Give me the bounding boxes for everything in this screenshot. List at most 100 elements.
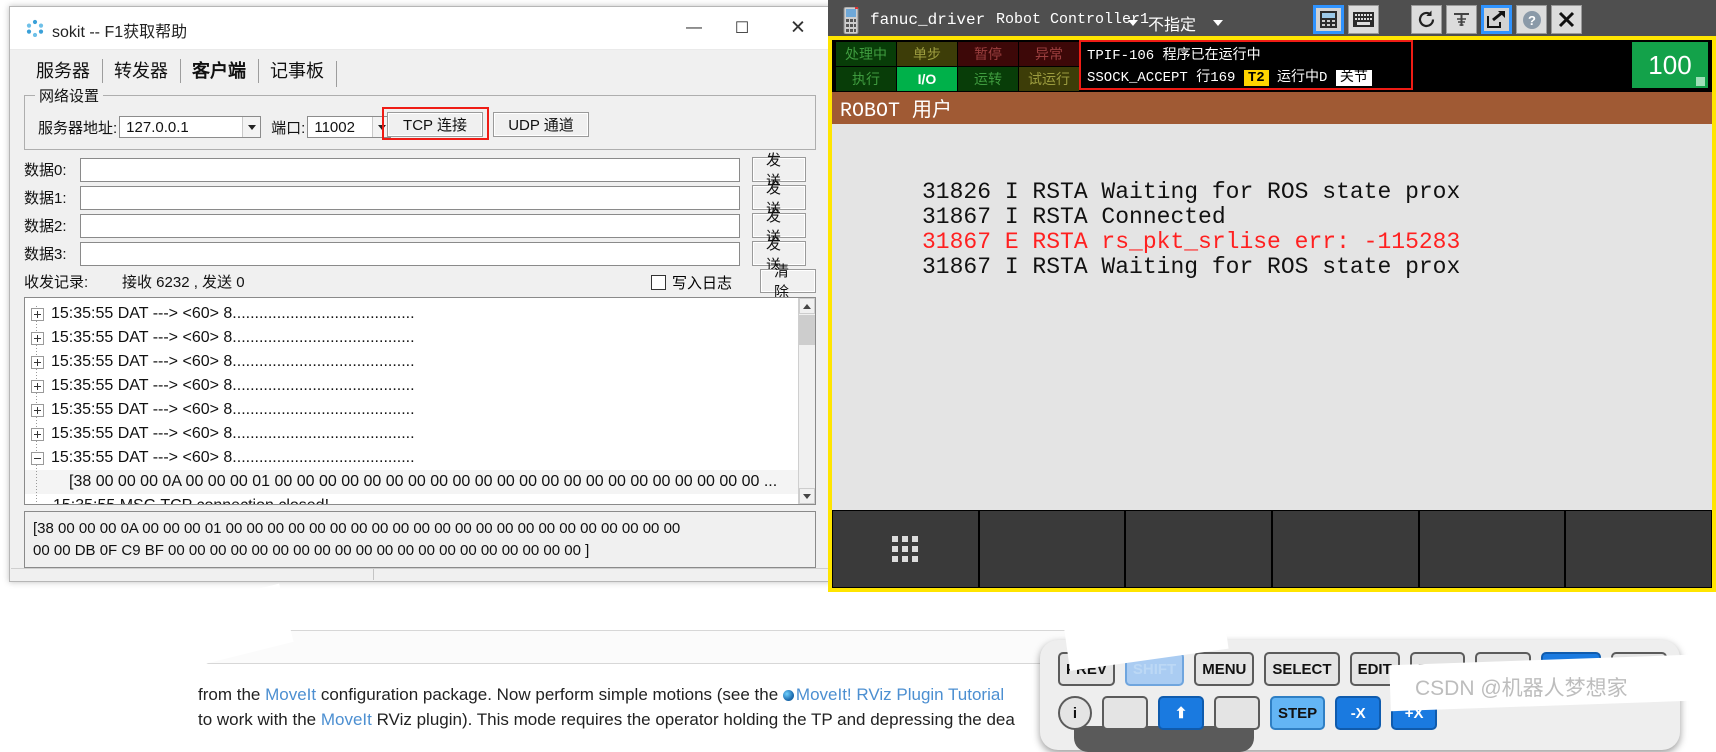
log-tree-scrollbar[interactable] <box>798 298 815 504</box>
expander-plus-icon[interactable] <box>31 307 44 321</box>
log-text-0: 15:35:55 DAT ---> <60> 8................… <box>51 305 415 322</box>
data-label-0: 数据0: <box>24 162 67 179</box>
log-row-1[interactable]: 15:35:55 DAT ---> <60> 8................… <box>25 326 799 350</box>
tab-forwarder[interactable]: 转发器 <box>102 55 180 87</box>
log-row-child-hex[interactable]: [38 00 00 00 0A 00 00 00 01 00 00 00 00 … <box>25 470 799 494</box>
server-address-combo[interactable]: 127.0.0.1 <box>119 116 262 138</box>
port-value: 11002 <box>314 118 355 136</box>
data-label-1: 数据1: <box>24 190 67 207</box>
minimize-button[interactable]: — <box>670 7 718 48</box>
log-row-4[interactable]: 15:35:55 DAT ---> <60> 8................… <box>25 398 799 422</box>
data-input-3[interactable] <box>80 241 740 266</box>
data-input-0[interactable] <box>80 157 740 182</box>
doc-paragraph: from the MoveIt configuration package. N… <box>198 682 1098 732</box>
data-input-1[interactable] <box>80 185 740 210</box>
port-combo[interactable]: 11002 <box>307 116 392 138</box>
log-text-3: 15:35:55 DAT ---> <60> 8................… <box>51 377 415 394</box>
controller-selector[interactable]: Robot Controller1 <box>996 11 1149 28</box>
fkey-2[interactable] <box>1126 511 1272 587</box>
alarm-program-line: SSOCK_ACCEPT 行169 <box>1087 70 1236 86</box>
chevron-down-icon[interactable] <box>242 117 261 137</box>
override-value: 100 <box>1648 49 1692 80</box>
expander-plus-icon[interactable] <box>31 403 44 417</box>
tab-notepad[interactable]: 记事板 <box>258 55 336 87</box>
help-icon[interactable]: ? <box>1516 5 1547 34</box>
hex-detail-box[interactable]: [38 00 00 00 0A 00 00 00 01 00 00 00 00 … <box>24 511 816 568</box>
key-info[interactable]: i <box>1058 696 1092 730</box>
close-button[interactable]: ✕ <box>774 7 822 48</box>
key-blank-1[interactable] <box>1102 696 1148 730</box>
maximize-icon: ☐ <box>734 19 750 37</box>
keyboard-icon[interactable] <box>1348 5 1379 34</box>
log-row-3[interactable]: 15:35:55 DAT ---> <60> 8................… <box>25 374 799 398</box>
screen-line-0: 31826 I RSTA Waiting for ROS state prox <box>922 179 1461 205</box>
status-bar-wrap: 处理中 单步 暂停 异常 执行 I/O 运转 试运行 TPIF-106 程序已在… <box>832 40 1712 92</box>
scroll-thumb[interactable] <box>799 315 815 345</box>
log-row-message[interactable]: 15:35:55 MSG TCP connection closed! <box>25 494 799 504</box>
checkbox-icon <box>650 275 666 290</box>
scroll-down-icon[interactable] <box>799 488 815 504</box>
expander-plus-icon[interactable] <box>31 331 44 345</box>
doc-link-moveit-1[interactable]: MoveIt <box>265 685 316 704</box>
chevron-down-icon-controller[interactable] <box>1128 20 1138 26</box>
key-menu[interactable]: MENU <box>1194 652 1255 686</box>
status-fault: 异常 <box>1019 42 1079 66</box>
key-select[interactable]: SELECT <box>1264 652 1340 686</box>
log-tree[interactable]: 15:35:55 DAT ---> <60> 8................… <box>24 297 816 505</box>
expander-plus-icon[interactable] <box>31 355 44 369</box>
keypad-row-2: i ⬆ STEP -X +X <box>1058 696 1438 730</box>
record-label: 收发记录: <box>24 274 89 291</box>
antenna-icon[interactable] <box>1446 5 1477 34</box>
log-text-2: 15:35:55 DAT ---> <60> 8................… <box>51 353 415 370</box>
record-line: 收发记录: 接收 6232 , 发送 0 写入日志 清除 <box>24 263 816 301</box>
key-up-arrow[interactable]: ⬆ <box>1158 696 1204 730</box>
server-address-value: 127.0.0.1 <box>126 118 189 136</box>
doc-link-rviz-tutorial[interactable]: MoveIt! RViz Plugin Tutorial <box>796 685 1004 704</box>
sokit-tabs: 服务器 转发器 客户端 记事板 <box>24 53 337 87</box>
scroll-up-icon[interactable] <box>799 298 815 314</box>
write-log-checkbox[interactable]: 写入日志 <box>650 272 732 293</box>
refresh-icon[interactable] <box>1411 5 1442 34</box>
expander-plus-icon[interactable] <box>31 379 44 393</box>
network-settings-title: 网络设置 <box>35 85 104 106</box>
close-icon[interactable] <box>1551 5 1582 34</box>
log-text-4: 15:35:55 DAT ---> <60> 8................… <box>51 401 415 418</box>
fkey-5[interactable] <box>1566 511 1712 587</box>
log-row-6[interactable]: 15:35:55 DAT ---> <60> 8................… <box>25 446 799 470</box>
key-step[interactable]: STEP <box>1270 696 1326 730</box>
data-input-2[interactable] <box>80 213 740 238</box>
tab-server[interactable]: 服务器 <box>24 55 102 87</box>
expander-plus-icon[interactable] <box>31 427 44 441</box>
write-log-label: 写入日志 <box>671 275 732 292</box>
mode-selector[interactable]: 不指定 <box>1148 11 1196 35</box>
log-row-5[interactable]: 15:35:55 DAT ---> <60> 8................… <box>25 422 799 446</box>
expander-minus-icon[interactable] <box>31 451 44 465</box>
fkey-4[interactable] <box>1419 511 1565 587</box>
tcp-connect-button[interactable]: TCP 连接 <box>387 112 483 137</box>
fkey-3[interactable] <box>1273 511 1418 587</box>
log-row-0[interactable]: 15:35:55 DAT ---> <60> 8................… <box>25 302 799 326</box>
log-row-2[interactable]: 15:35:55 DAT ---> <60> 8................… <box>25 350 799 374</box>
screen-line-2: 31867 E RSTA rs_pkt_srlise err: -115283 <box>922 229 1461 255</box>
tab-client[interactable]: 客户端 <box>180 55 258 87</box>
alarm-line-2: SSOCK_ACCEPT 行169 T2 运行中D 关节 <box>1087 66 1372 86</box>
udp-channel-button[interactable]: UDP 通道 <box>493 112 589 137</box>
key-blank-2[interactable] <box>1214 696 1260 730</box>
external-link-icon[interactable] <box>1481 5 1512 34</box>
log-text-1: 15:35:55 DAT ---> <60> 8................… <box>51 329 415 346</box>
maximize-button[interactable]: ☐ <box>718 7 766 48</box>
fkey-0-grid-menu[interactable] <box>833 511 978 587</box>
chevron-down-icon-mode[interactable] <box>1213 20 1223 26</box>
data-row-2: 数据2: 发送 <box>24 208 806 246</box>
status-grid: 处理中 单步 暂停 异常 执行 I/O 运转 试运行 <box>836 42 1079 91</box>
status-test-run: 试运行 <box>1019 67 1079 91</box>
fkey-1[interactable] <box>979 511 1125 587</box>
key-minus-x[interactable]: -X <box>1335 696 1382 730</box>
status-pause: 暂停 <box>958 42 1018 66</box>
screen-line-3: 31867 I RSTA Waiting for ROS state prox <box>922 254 1461 280</box>
pendant-view-icon[interactable] <box>1313 5 1344 34</box>
hex-line-1: [38 00 00 00 0A 00 00 00 01 00 00 00 00 … <box>33 520 681 537</box>
clear-button[interactable]: 清除 <box>760 263 816 301</box>
override-indicator: 100 <box>1632 42 1708 88</box>
robot-name-field[interactable]: _ROBOT <box>205 630 1085 664</box>
